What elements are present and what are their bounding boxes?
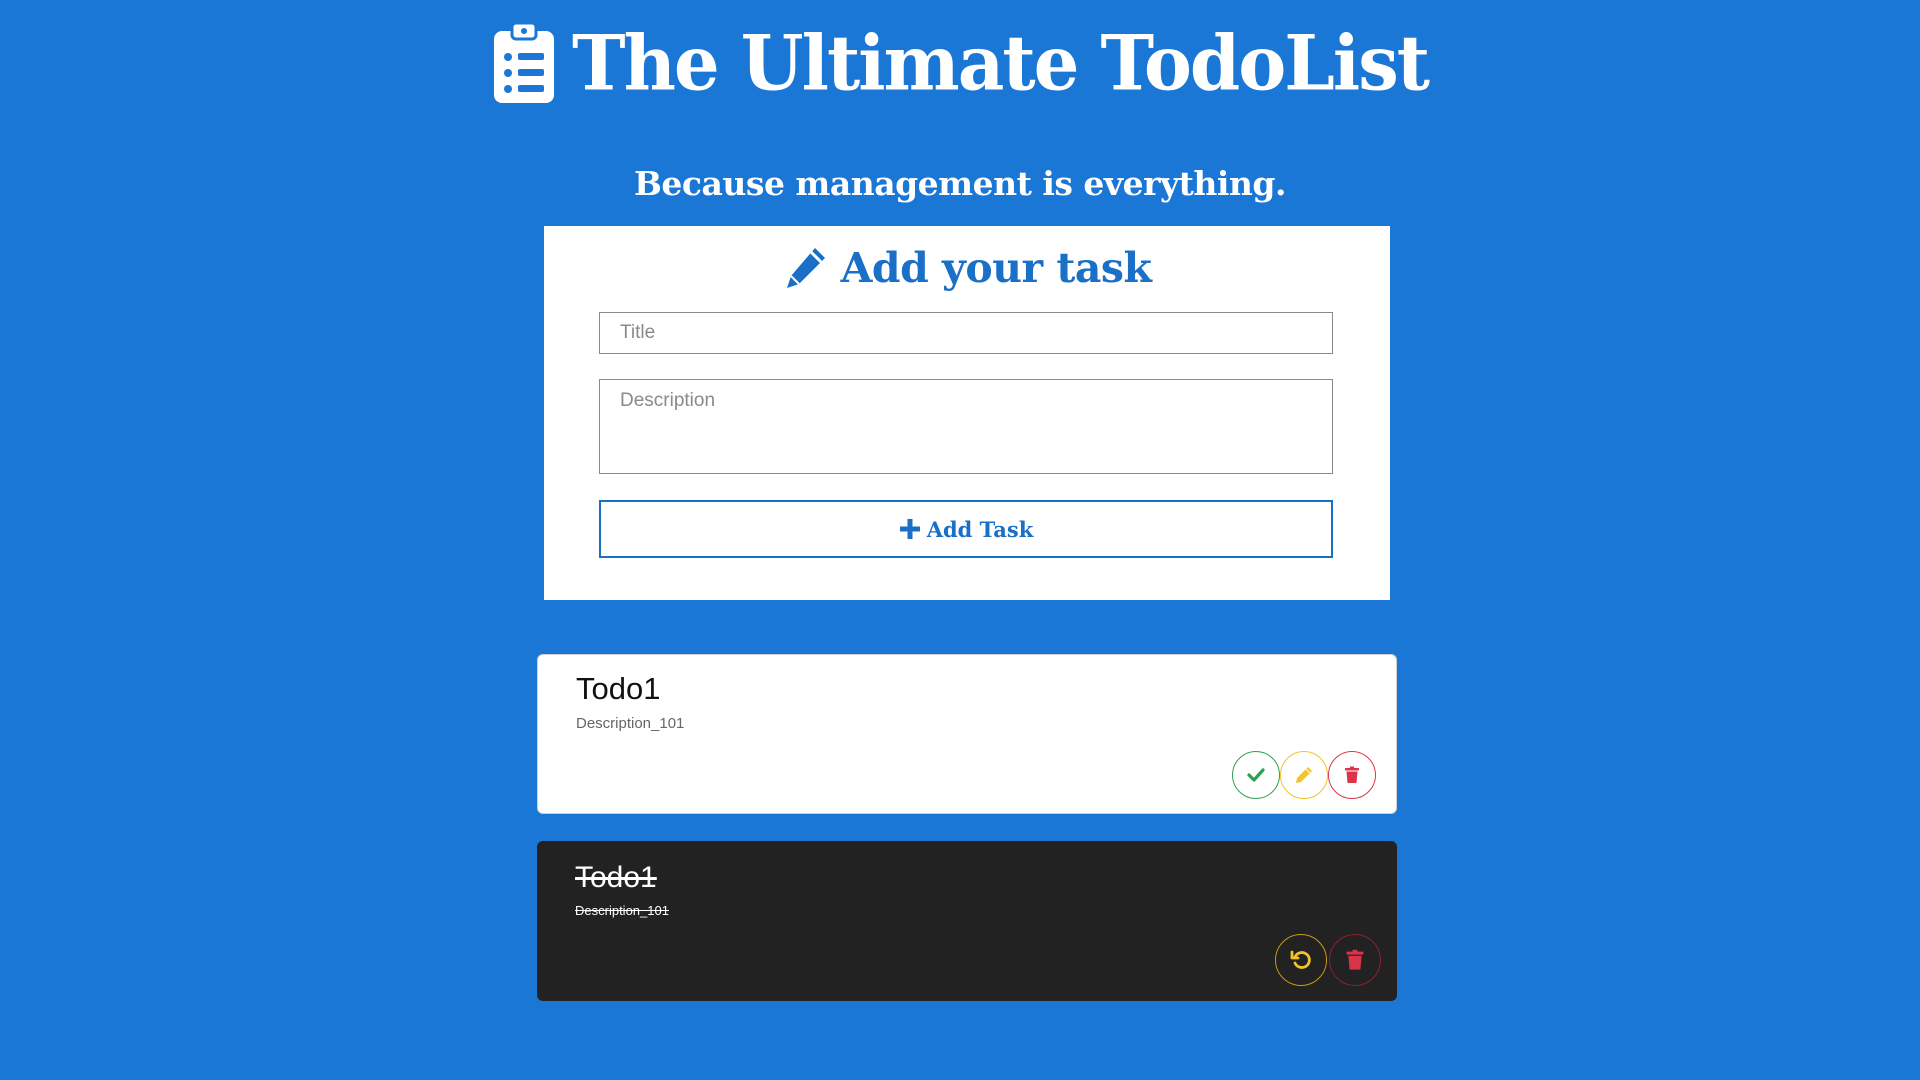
app-subtitle: Because management is everything. — [634, 164, 1286, 203]
plus-icon — [899, 519, 920, 539]
clipboard-list-icon — [494, 21, 554, 103]
todo-title: Todo1 — [576, 671, 661, 706]
form-heading-text: Add your task — [840, 244, 1152, 292]
pencil-icon — [1296, 767, 1312, 783]
todo-title: Todo1 — [575, 861, 657, 894]
app-header: The Ultimate TodoList — [0, 18, 1920, 108]
todo-actions — [1275, 934, 1381, 986]
edit-button[interactable] — [1280, 751, 1328, 799]
todo-card-completed: Todo1 Description_101 — [537, 841, 1397, 1001]
form-heading: Add your task — [544, 244, 1390, 292]
trash-icon — [1346, 949, 1364, 970]
description-input[interactable] — [599, 379, 1333, 474]
todo-card: Todo1 Description_101 — [537, 654, 1397, 814]
todo-description: Description_101 — [575, 903, 669, 918]
delete-button[interactable] — [1328, 751, 1376, 799]
app-title: The Ultimate TodoList — [572, 17, 1430, 108]
undo-icon — [1290, 950, 1311, 969]
pencil-icon — [786, 248, 825, 288]
add-task-label: Add Task — [926, 516, 1034, 542]
complete-button[interactable] — [1232, 751, 1280, 799]
check-icon — [1247, 768, 1265, 782]
undo-button[interactable] — [1275, 934, 1327, 986]
todo-actions — [1232, 751, 1376, 799]
title-input[interactable] — [599, 312, 1333, 354]
delete-button[interactable] — [1329, 934, 1381, 986]
trash-icon — [1345, 766, 1359, 783]
add-task-form: Add your task Add Task — [544, 226, 1390, 600]
add-task-button[interactable]: Add Task — [599, 500, 1333, 558]
todo-description: Description_101 — [576, 715, 685, 732]
